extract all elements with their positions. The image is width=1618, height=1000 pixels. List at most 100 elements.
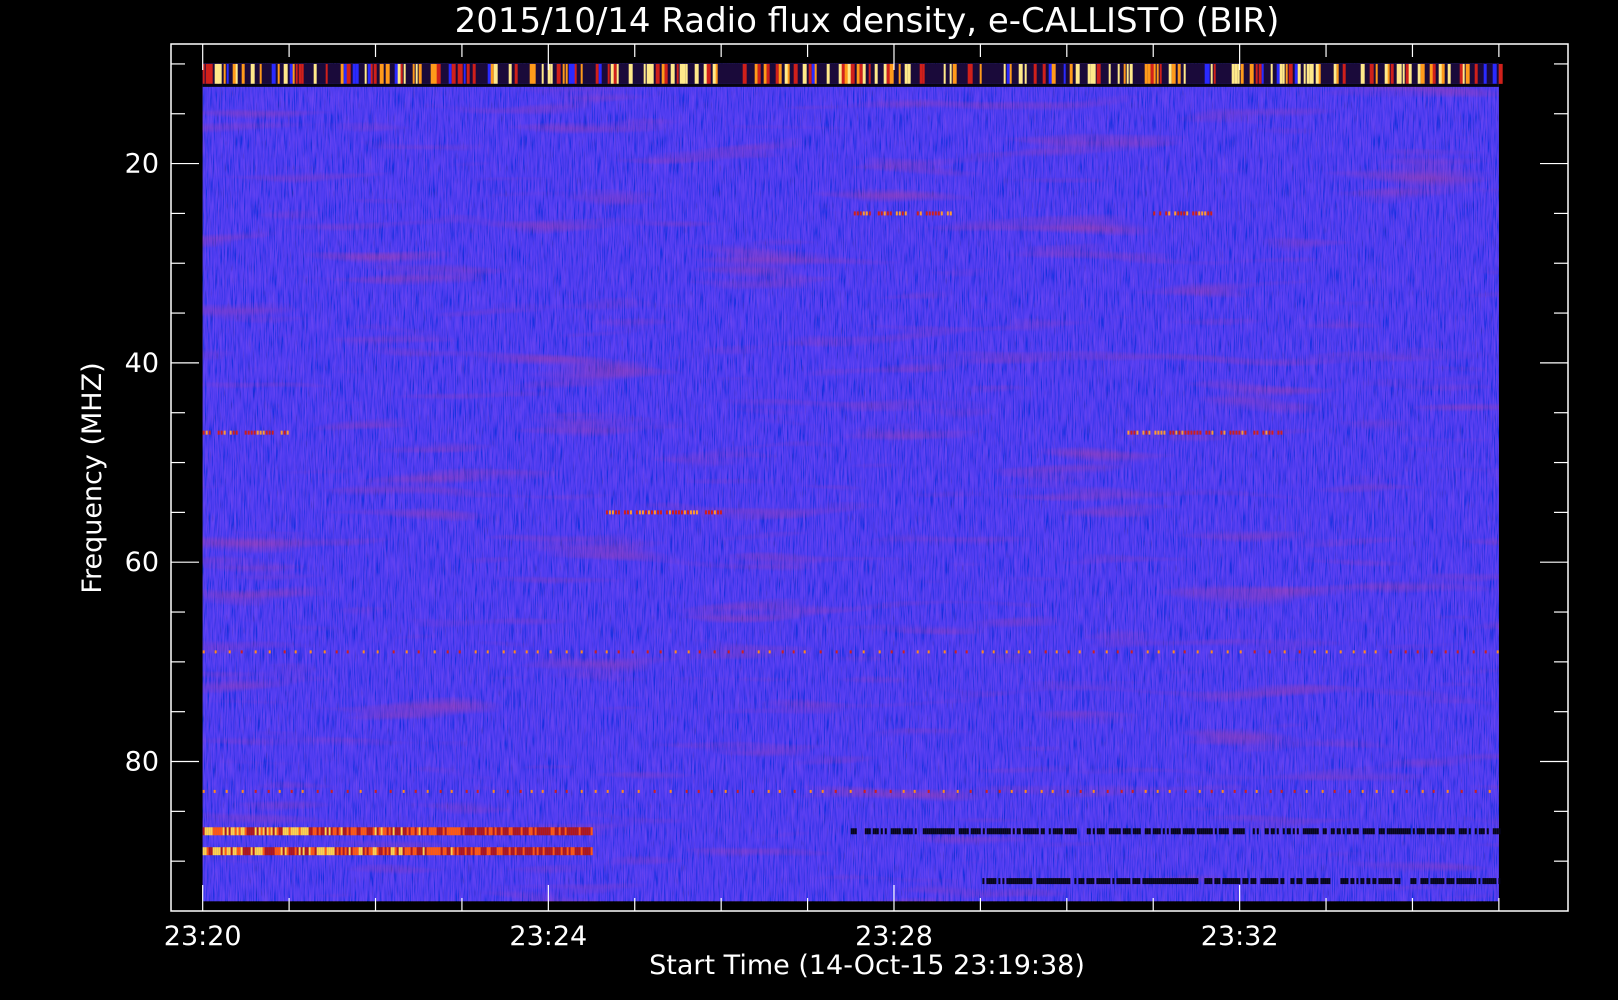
segment-cell [895,211,898,216]
band-cell [1072,828,1075,835]
band-cell [1442,828,1445,835]
band-cell [284,827,287,836]
dot [757,650,760,654]
interference-streak [277,63,280,84]
band-cell [1422,878,1425,885]
band-cell [1156,828,1159,835]
segment-cell [1268,430,1271,435]
segment-cell [1130,430,1133,435]
band-cell [1238,828,1241,835]
band-cell [584,827,587,836]
interference-streak [1402,63,1405,84]
band-cell [456,847,459,856]
interference-streak [412,63,415,84]
band-cell [944,828,947,835]
band-cell [1208,828,1211,835]
band-cell [1382,828,1385,835]
band-cell [344,827,347,836]
segment-cell [713,510,716,515]
segment-cell [605,510,608,515]
band-cell [1100,828,1103,835]
dot [309,650,312,654]
band-cell [478,827,481,836]
segment-cell [223,430,226,435]
interference-streak [1018,63,1023,84]
band-cell [992,828,995,835]
segment-cell [1195,211,1198,216]
band-cell [556,827,559,836]
band-cell [1414,878,1417,885]
band-cell [1126,828,1129,835]
band-cell [1218,878,1221,885]
band-cell [294,827,297,836]
band-cell [1450,878,1453,885]
interference-streak [490,63,494,84]
segment-cell [1159,211,1162,216]
band-cell [580,847,583,856]
segment-cell [1210,211,1213,216]
dot [1067,650,1070,654]
interference-streak [271,63,276,84]
band-cell [998,828,1001,835]
interference-streak [802,63,807,84]
band-cell [1302,828,1305,835]
band-cell [1188,828,1191,835]
band-cell [964,828,967,835]
band-cell [914,828,917,835]
band-cell [206,827,209,836]
band-cell [550,847,553,856]
band-cell [1292,828,1295,835]
interference-streak [859,63,863,84]
band-cell [936,828,939,835]
band-cell [1460,828,1463,835]
dot [1005,650,1008,654]
band-cell [902,828,905,835]
band-cell [1170,878,1173,885]
dot [268,650,271,654]
band-cell [566,847,569,856]
band-cell [1022,828,1025,835]
dot [594,789,597,793]
band-cell [492,847,495,856]
band-cell [500,847,503,856]
band-cell [962,828,965,835]
band-cell [1326,878,1329,885]
band-cell [278,847,281,856]
band-cell [1484,878,1487,885]
band-cell [510,827,513,836]
dot [1432,789,1435,793]
band-cell [1038,878,1041,885]
band-cell [318,847,321,856]
band-cell [1266,828,1269,835]
heatmap-dark-streaks [202,63,1499,902]
band-cell [292,827,295,836]
interference-streak [370,63,373,84]
dot [834,789,837,793]
dot [1079,789,1082,793]
segment-cell [680,510,683,515]
band-cell [570,827,573,836]
band-cell [294,847,297,856]
band-cell [340,827,343,836]
segment-cell [877,211,880,216]
band-cell [1106,878,1109,885]
interference-streak [757,63,761,84]
band-cell [348,827,351,836]
band-cell [1478,878,1481,885]
band-cell [424,847,427,856]
interference-streak [1168,63,1172,84]
band-cell [1464,828,1467,835]
dot [376,650,379,654]
band-cell [1342,878,1345,885]
dot [1184,789,1187,793]
band-cell [344,847,347,856]
interference-streak [1108,63,1111,84]
dot [1460,789,1463,793]
band-cell [996,828,999,835]
dot [458,650,461,654]
interference-streak [373,63,377,84]
band-cell [1494,878,1497,885]
band-cell [444,827,447,836]
band-cell [1310,878,1313,885]
interference-streak [208,63,213,84]
